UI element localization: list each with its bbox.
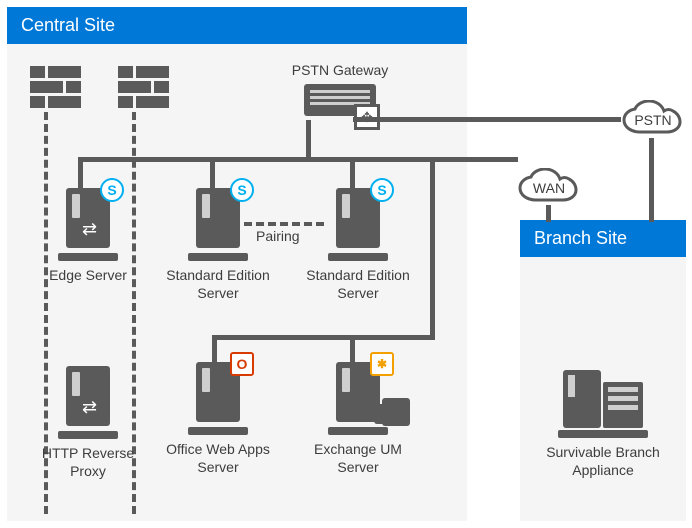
connector (649, 138, 654, 222)
connector (78, 157, 518, 162)
exchange-icon: ✱ (370, 352, 394, 376)
connector (212, 335, 435, 340)
central-site-header: Central Site (7, 7, 467, 44)
firewall-icon (30, 66, 84, 108)
sba-label: Survivable Branch Appliance (538, 444, 668, 479)
branch-site-title: Branch Site (534, 228, 627, 248)
skype-icon: S (100, 178, 124, 202)
connector (353, 117, 621, 122)
connector (306, 120, 311, 160)
gateway-icon: ✥ (304, 84, 376, 116)
bidir-arrow-icon: ⇄ (82, 219, 94, 240)
pstn-gateway-label: PSTN Gateway (270, 62, 410, 78)
office-web-apps-server: O Office Web Apps Server (158, 362, 278, 476)
edge-server: ⇄ S Edge Server (28, 188, 148, 285)
central-site-title: Central Site (21, 15, 115, 35)
connector (212, 335, 217, 363)
office-icon: O (230, 352, 254, 376)
se2-label: Standard Edition Server (298, 267, 418, 302)
pstn-cloud-label: PSTN (620, 112, 686, 128)
http-reverse-proxy: ⇄ HTTP Reverse Proxy (28, 366, 148, 480)
owa-label: Office Web Apps Server (158, 441, 278, 476)
connector (78, 157, 83, 189)
phone-icon (382, 398, 410, 426)
bidir-arrow-icon: ⇄ (82, 397, 94, 418)
skype-icon: S (370, 178, 394, 202)
exchange-um-server: ✱ Exchange UM Server (298, 362, 418, 476)
connector (430, 157, 435, 337)
sba-icon (563, 366, 643, 428)
pstn-cloud: PSTN (620, 100, 686, 140)
connector (350, 157, 355, 189)
connector (210, 157, 215, 189)
proxy-label: HTTP Reverse Proxy (28, 445, 148, 480)
wan-cloud-label: WAN (516, 180, 582, 196)
branch-site-header: Branch Site (520, 220, 686, 257)
standard-edition-server-2: S Standard Edition Server (298, 188, 418, 302)
skype-icon: S (230, 178, 254, 202)
server-icon: ⇄ (66, 366, 110, 426)
connector (350, 335, 355, 363)
survivable-branch-appliance: Survivable Branch Appliance (538, 366, 668, 479)
wan-cloud: WAN (516, 168, 582, 208)
exum-label: Exchange UM Server (298, 441, 418, 476)
firewall-icon (118, 66, 172, 108)
edge-server-label: Edge Server (28, 267, 148, 285)
se1-label: Standard Edition Server (158, 267, 278, 302)
connector (546, 205, 551, 222)
pstn-gateway: PSTN Gateway ✥ (270, 62, 410, 116)
standard-edition-server-1: S Standard Edition Server (158, 188, 278, 302)
